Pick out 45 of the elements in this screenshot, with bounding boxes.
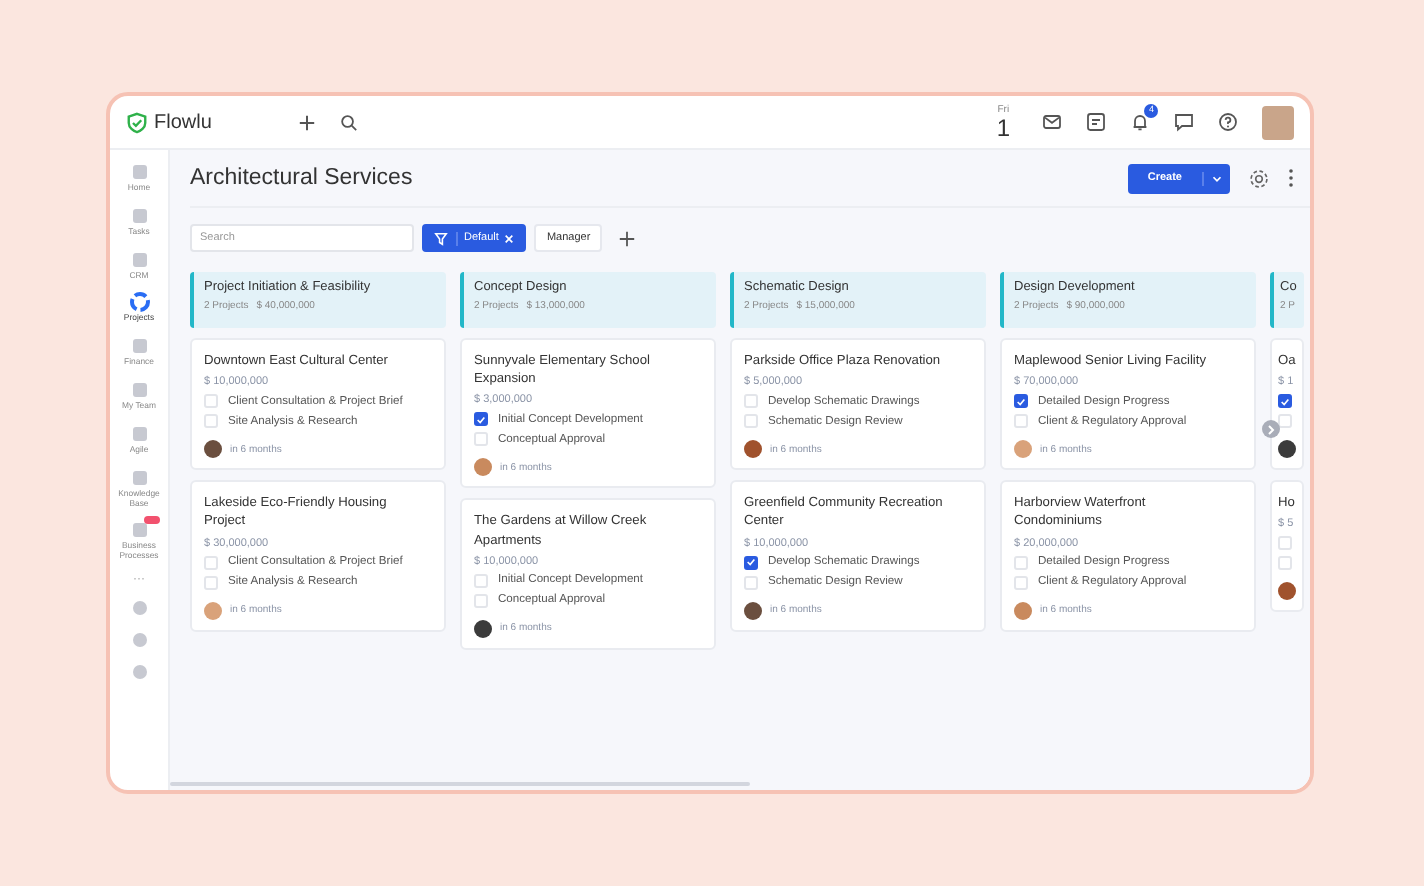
module-icon (129, 520, 149, 541)
scroll-right-button[interactable] (1262, 420, 1280, 438)
module-icon[interactable] (129, 630, 149, 651)
task-checkbox[interactable] (1278, 394, 1292, 409)
avatar-icon (744, 601, 762, 620)
close-icon[interactable] (504, 233, 515, 243)
bell-icon[interactable] (1130, 112, 1150, 132)
module-icon (129, 205, 149, 226)
module-icon (129, 467, 149, 488)
logo-icon (126, 111, 148, 133)
add-icon[interactable] (618, 229, 637, 247)
module-icon (129, 162, 149, 182)
avatar-icon (1278, 582, 1296, 601)
avatar-icon (744, 440, 762, 459)
avatar-icon (1014, 440, 1032, 459)
more-icon[interactable] (1288, 168, 1294, 188)
task-checkbox[interactable] (744, 555, 758, 570)
settings-icon[interactable] (1248, 167, 1270, 189)
module-icon (129, 423, 149, 444)
module-icon (129, 336, 149, 357)
user-avatar[interactable] (1262, 105, 1294, 139)
search-icon[interactable] (340, 113, 358, 131)
task-checkbox[interactable] (474, 412, 488, 427)
add-icon[interactable] (298, 113, 316, 131)
module-icon[interactable] (129, 598, 149, 619)
avatar-icon (204, 440, 222, 459)
date-label: 1 (996, 115, 1010, 139)
app-name: Flowlu (154, 111, 212, 133)
task-checkbox[interactable] (1014, 394, 1028, 409)
note-icon[interactable] (1086, 112, 1106, 132)
avatar-icon (474, 619, 492, 638)
filter-icon (434, 231, 458, 245)
avatar-icon (1014, 601, 1032, 620)
module-icon (129, 380, 149, 401)
chat-icon[interactable] (1174, 112, 1194, 132)
avatar-icon (474, 458, 492, 477)
page-title: Architectural Services (190, 166, 413, 190)
mail-icon[interactable] (1042, 112, 1062, 132)
module-icon (129, 292, 149, 313)
help-icon[interactable] (1218, 112, 1238, 132)
module-icon (129, 249, 149, 270)
avatar-icon (204, 601, 222, 620)
horizontal-scrollbar[interactable] (170, 782, 750, 786)
module-icon[interactable] (129, 662, 149, 683)
avatar-icon (1278, 440, 1296, 459)
